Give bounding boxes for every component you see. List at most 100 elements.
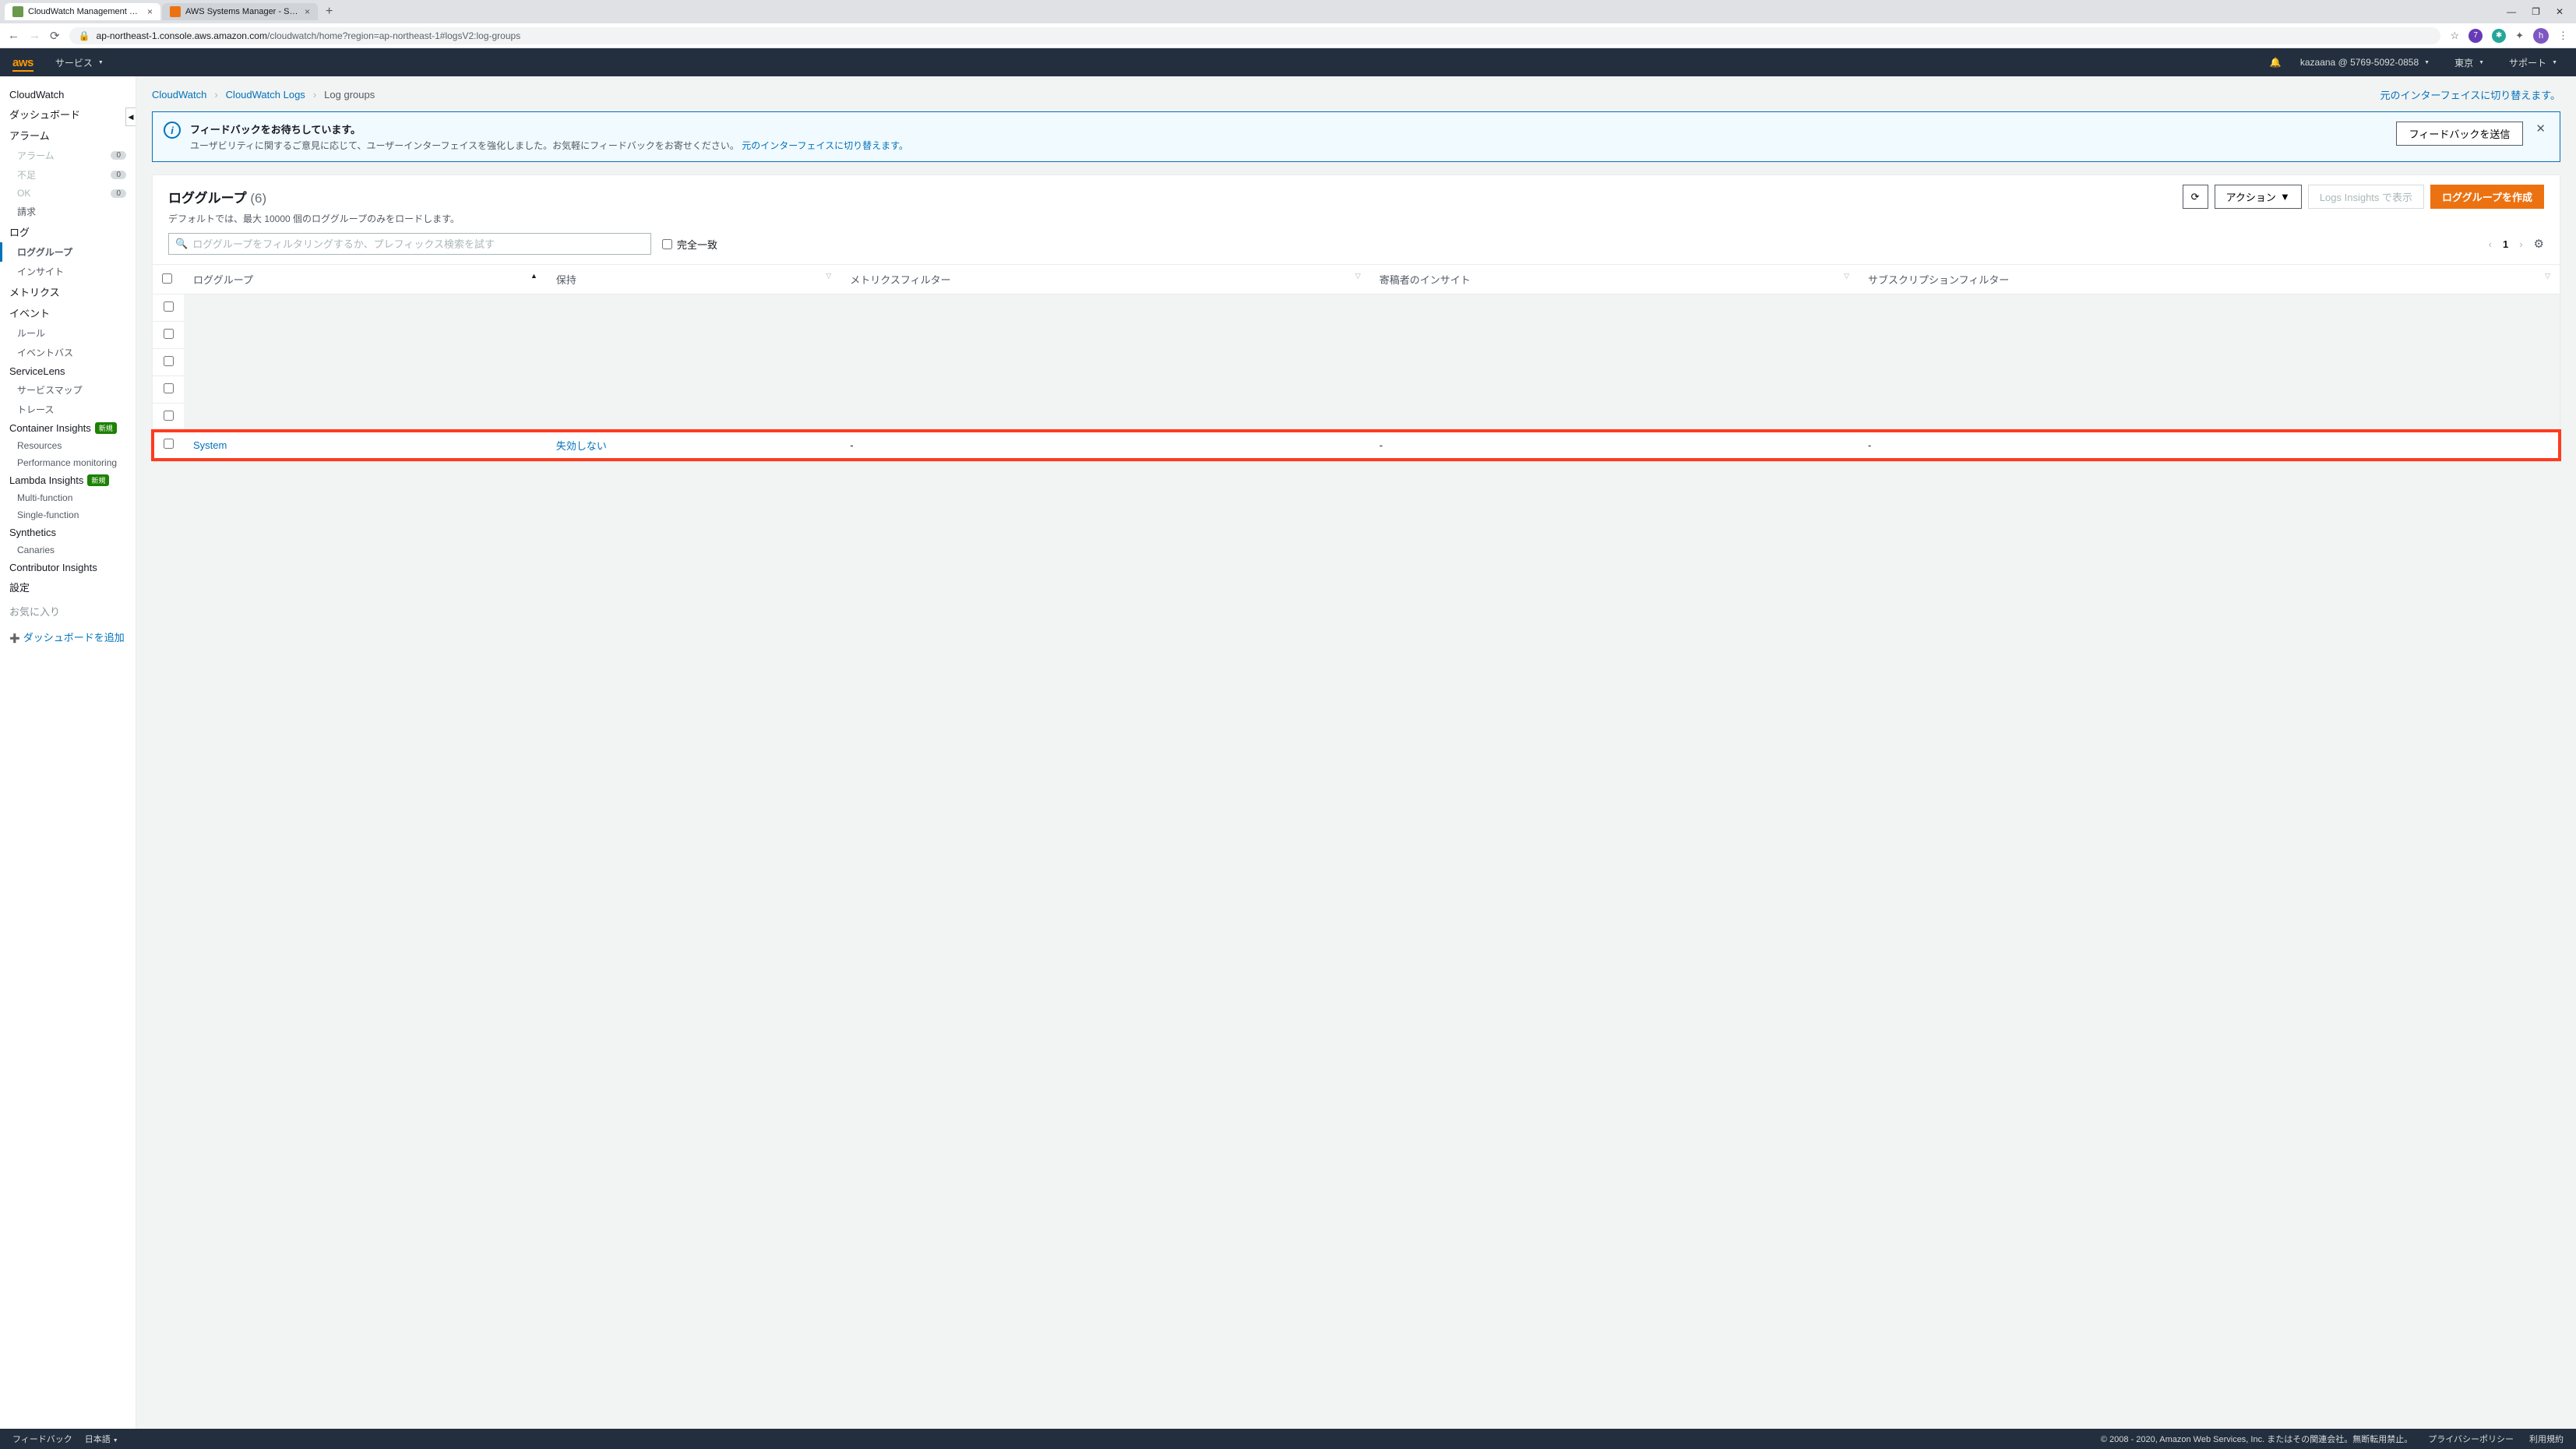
- nav-back-icon[interactable]: ←: [8, 29, 19, 42]
- breadcrumb-cloudwatch-logs[interactable]: CloudWatch Logs: [226, 89, 305, 100]
- sidebar-item-billing[interactable]: 請求: [0, 202, 136, 221]
- sidebar-item-rules[interactable]: ルール: [0, 323, 136, 343]
- sidebar-item-single-function[interactable]: Single-function: [0, 506, 136, 524]
- row-checkbox[interactable]: [164, 356, 174, 366]
- refresh-button[interactable]: ⟳: [2183, 185, 2208, 209]
- sidebar-item-cloudwatch[interactable]: CloudWatch: [0, 86, 136, 104]
- sidebar-item-canaries[interactable]: Canaries: [0, 541, 136, 559]
- banner-switch-link[interactable]: 元のインターフェイスに切り替えます。: [742, 140, 908, 151]
- tab-favicon-icon: [170, 6, 181, 17]
- exact-match-input[interactable]: [662, 239, 672, 249]
- sidebar-item-perf-monitoring[interactable]: Performance monitoring: [0, 454, 136, 471]
- col-retention[interactable]: 保持▽: [547, 265, 840, 294]
- browser-menu-icon[interactable]: ⋮: [2558, 30, 2568, 42]
- sidebar-item-log-groups[interactable]: ロググループ: [0, 242, 136, 262]
- send-feedback-button[interactable]: フィードバックを送信: [2396, 122, 2524, 146]
- extension-icon[interactable]: 7: [2469, 29, 2483, 43]
- footer-feedback-link[interactable]: フィードバック: [12, 1433, 72, 1445]
- window-minimize-icon[interactable]: ―: [2507, 6, 2516, 17]
- sidebar-item-resources[interactable]: Resources: [0, 437, 136, 454]
- page-prev-icon[interactable]: ‹: [2489, 238, 2492, 250]
- sidebar-item-alarm-sub[interactable]: アラーム0: [0, 146, 136, 165]
- sidebar-item-metrics[interactable]: メトリクス: [0, 281, 136, 302]
- account-menu[interactable]: kazaana @ 5769-5092-0858: [2294, 57, 2436, 68]
- bookmark-star-icon[interactable]: ☆: [2450, 30, 2459, 42]
- sidebar-item-insufficient[interactable]: 不足0: [0, 165, 136, 185]
- sidebar-item-multi-function[interactable]: Multi-function: [0, 489, 136, 506]
- col-subscription[interactable]: サブスクリプションフィルター▽: [1859, 265, 2560, 294]
- region-menu[interactable]: 東京: [2448, 56, 2490, 69]
- table-row-system[interactable]: System 失効しない - - -: [153, 431, 2560, 460]
- page-next-icon[interactable]: ›: [2519, 238, 2522, 250]
- services-menu[interactable]: サービス: [49, 56, 110, 69]
- row-checkbox[interactable]: [164, 411, 174, 421]
- subscription-cell: -: [1859, 431, 2560, 460]
- aws-logo[interactable]: aws: [12, 56, 33, 69]
- sidebar-item-synthetics[interactable]: Synthetics: [0, 524, 136, 541]
- exact-match-checkbox[interactable]: 完全一致: [662, 237, 717, 252]
- tab-close-icon[interactable]: ×: [147, 6, 153, 17]
- col-log-group[interactable]: ロググループ▲: [184, 265, 547, 294]
- notifications-icon[interactable]: 🔔: [2270, 57, 2282, 68]
- switch-interface-link[interactable]: 元のインターフェイスに切り替えます。: [2380, 87, 2560, 102]
- row-checkbox[interactable]: [164, 383, 174, 393]
- row-checkbox[interactable]: [164, 439, 174, 449]
- aws-top-nav: aws サービス 🔔 kazaana @ 5769-5092-0858 東京 サ…: [0, 48, 2576, 76]
- sort-icon: ▽: [826, 272, 831, 280]
- row-checkbox[interactable]: [164, 301, 174, 312]
- tab-close-icon[interactable]: ×: [305, 6, 310, 17]
- banner-close-icon[interactable]: ✕: [2532, 122, 2549, 136]
- browser-tab-inactive[interactable]: AWS Systems Manager - Session ×: [162, 3, 318, 20]
- breadcrumb-cloudwatch[interactable]: CloudWatch: [152, 89, 206, 100]
- profile-avatar[interactable]: h: [2533, 28, 2549, 44]
- sidebar-item-traces[interactable]: トレース: [0, 400, 136, 419]
- support-menu[interactable]: サポート: [2503, 56, 2564, 69]
- new-tab-button[interactable]: +: [319, 5, 339, 19]
- browser-tab-active[interactable]: CloudWatch Management Conso ×: [5, 3, 160, 20]
- url-field[interactable]: 🔒 ap-northeast-1.console.aws.amazon.com/…: [69, 27, 2441, 44]
- col-metric-filter[interactable]: メトリクスフィルター▽: [840, 265, 1370, 294]
- sidebar-item-logs[interactable]: ログ: [0, 221, 136, 242]
- window-maximize-icon[interactable]: ❐: [2532, 6, 2540, 17]
- info-icon: i: [164, 122, 181, 139]
- sidebar-item-contributor-insights[interactable]: Contributor Insights: [0, 559, 136, 576]
- log-group-link[interactable]: System: [193, 439, 227, 451]
- sidebar-collapse-button[interactable]: ◀: [125, 108, 136, 126]
- sidebar-item-events[interactable]: イベント: [0, 302, 136, 323]
- sidebar-item-alarms[interactable]: アラーム: [0, 125, 136, 146]
- sidebar-item-ok[interactable]: OK0: [0, 185, 136, 202]
- actions-dropdown[interactable]: アクション ▼: [2215, 185, 2302, 209]
- row-checkbox[interactable]: [164, 329, 174, 339]
- sidebar-item-insights[interactable]: インサイト: [0, 262, 136, 281]
- sidebar-item-service-map[interactable]: サービスマップ: [0, 380, 136, 400]
- page-number: 1: [2503, 238, 2508, 250]
- extension-icon[interactable]: ✱: [2492, 29, 2506, 43]
- sidebar-item-lambda-insights[interactable]: Lambda Insights新規: [0, 471, 136, 489]
- sidebar-item-event-bus[interactable]: イベントバス: [0, 343, 136, 362]
- lock-icon: 🔒: [79, 30, 90, 41]
- footer-terms-link[interactable]: 利用規約: [2529, 1433, 2564, 1445]
- sidebar-item-servicelens[interactable]: ServiceLens: [0, 362, 136, 380]
- table-row: [153, 322, 2560, 349]
- retention-link[interactable]: 失効しない: [556, 440, 607, 452]
- sidebar-add-dashboard-link[interactable]: ダッシュボードを追加: [0, 625, 136, 649]
- sidebar-item-dashboard[interactable]: ダッシュボード: [0, 104, 136, 125]
- select-all-checkbox[interactable]: [162, 273, 172, 284]
- footer-language-menu[interactable]: 日本語: [85, 1433, 118, 1445]
- sidebar-item-container-insights[interactable]: Container Insights新規: [0, 419, 136, 437]
- sort-asc-icon: ▲: [530, 272, 537, 280]
- nav-reload-icon[interactable]: ⟳: [50, 29, 60, 43]
- settings-gear-icon[interactable]: ⚙: [2534, 237, 2544, 251]
- table-row: [153, 294, 2560, 322]
- col-contributor[interactable]: 寄稿者のインサイト▽: [1370, 265, 1859, 294]
- filter-input[interactable]: [192, 238, 644, 250]
- extensions-menu-icon[interactable]: ✦: [2515, 30, 2524, 42]
- footer-privacy-link[interactable]: プライバシーポリシー: [2428, 1433, 2514, 1445]
- nav-forward-icon[interactable]: →: [29, 29, 41, 42]
- create-log-group-button[interactable]: ロググループを作成: [2430, 185, 2544, 209]
- contributor-cell: -: [1370, 431, 1859, 460]
- logs-insights-button[interactable]: Logs Insights で表示: [2308, 185, 2424, 209]
- sidebar-item-settings[interactable]: 設定: [0, 576, 136, 598]
- window-close-icon[interactable]: ✕: [2556, 6, 2564, 17]
- filter-input-wrapper[interactable]: 🔍: [168, 233, 651, 255]
